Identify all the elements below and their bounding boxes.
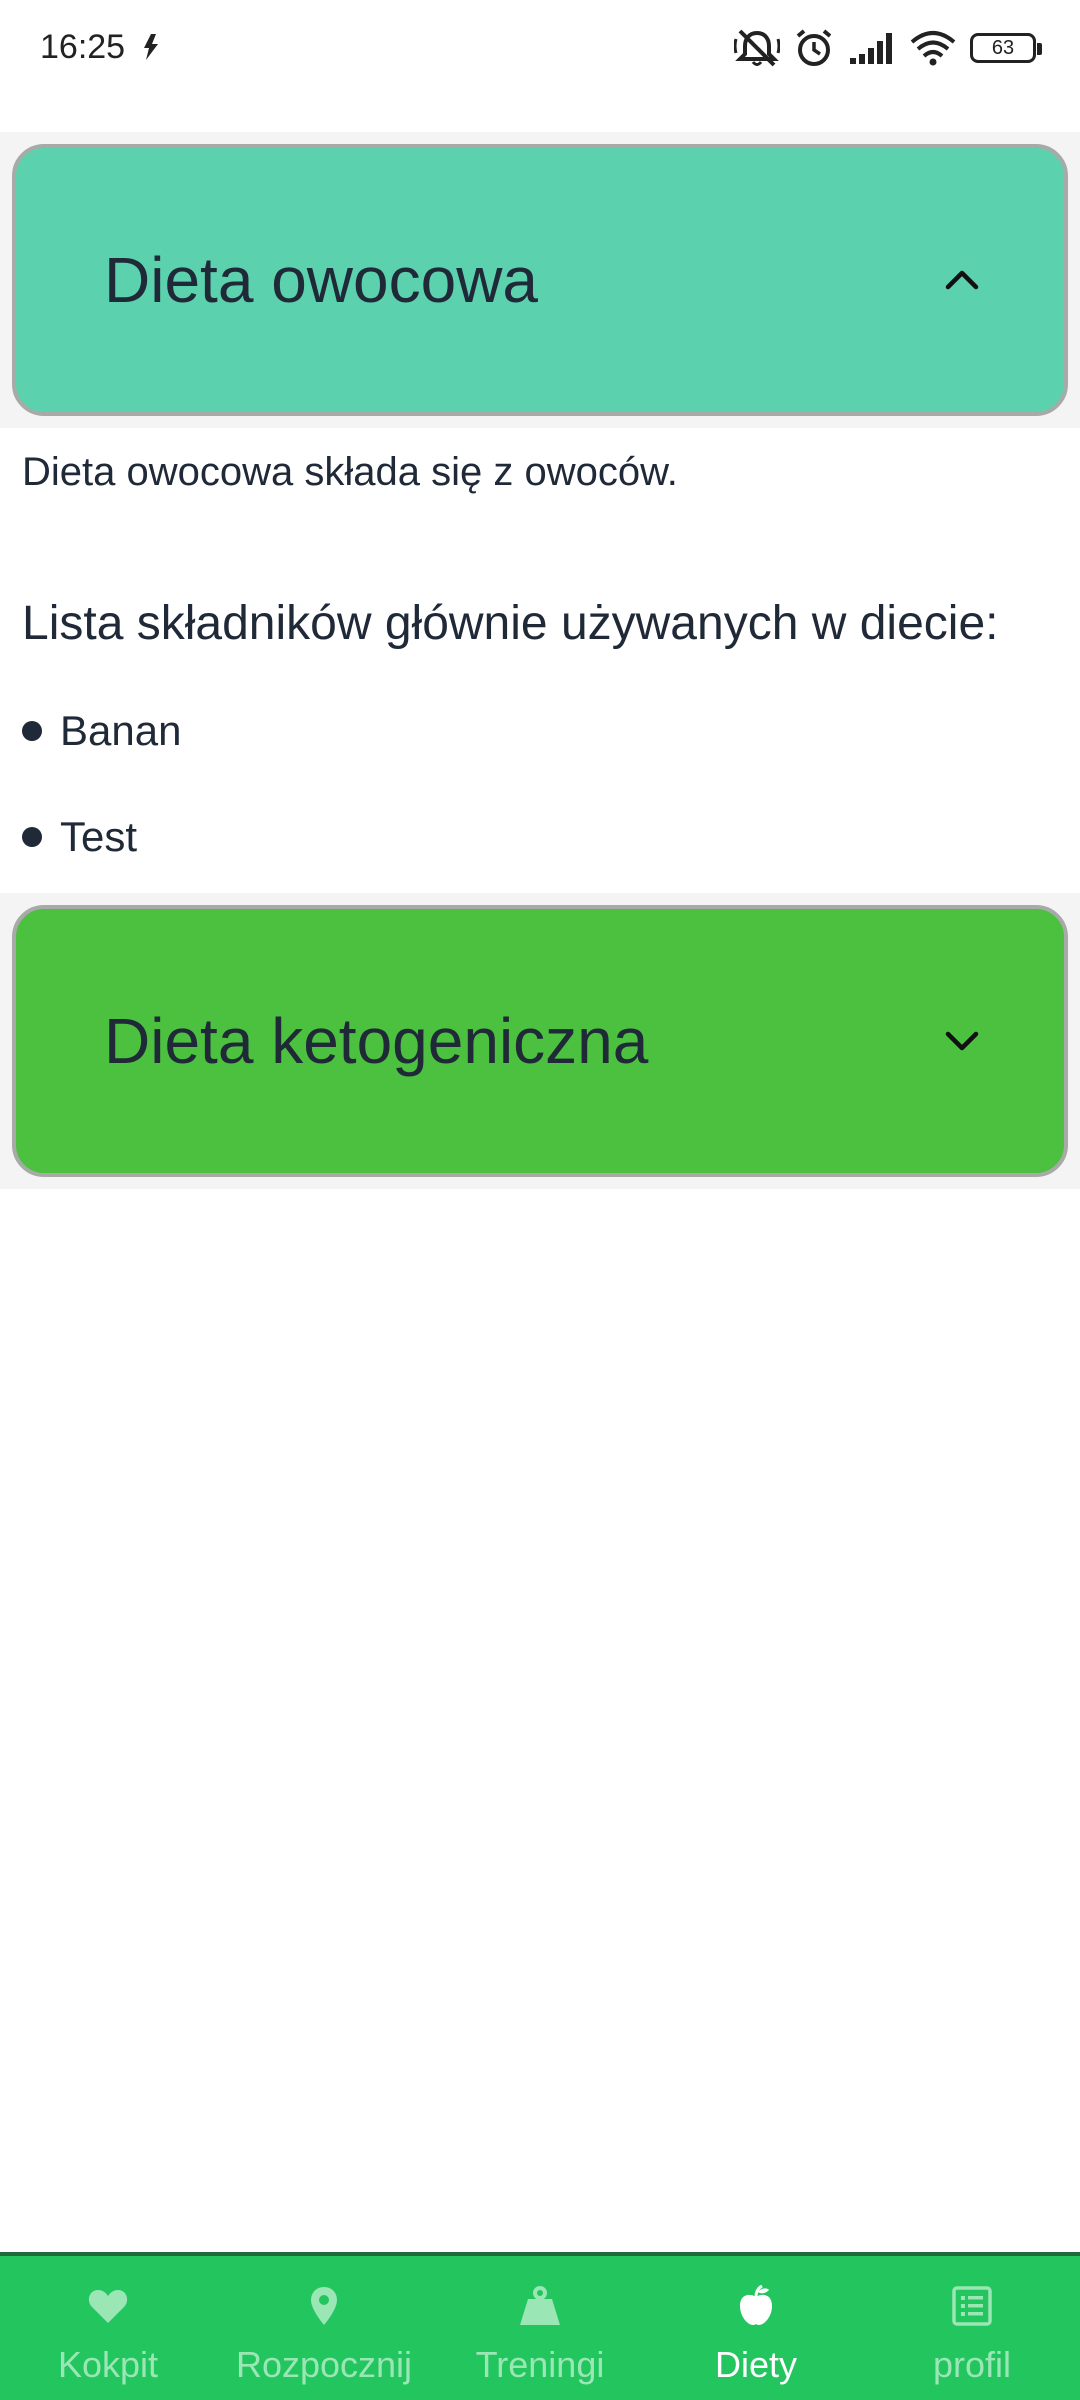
status-bar: 16:25 63 — [0, 0, 1080, 96]
alarm-icon — [794, 28, 834, 68]
ingredients-list: Banan Test — [22, 678, 1062, 890]
heart-icon — [86, 2284, 130, 2328]
signal-icon — [848, 30, 896, 66]
nav-item-rozpocznij[interactable]: Rozpocznij — [216, 2256, 432, 2400]
diet-title: Dieta ketogeniczna — [104, 1005, 649, 1077]
diet-header-keto[interactable]: Dieta ketogeniczna — [12, 905, 1068, 1177]
diet-title: Dieta owocowa — [104, 244, 538, 316]
battery-icon: 63 — [970, 33, 1042, 63]
battery-level: 63 — [991, 36, 1015, 59]
location-pin-icon — [302, 2284, 346, 2328]
weight-icon — [518, 2284, 562, 2328]
apple-icon — [734, 2284, 778, 2328]
diet-section-fruit: Dieta owocowa — [0, 132, 1080, 428]
nav-label: Kokpit — [57, 2344, 159, 2385]
nav-item-kokpit[interactable]: Kokpit — [0, 2256, 216, 2400]
nav-item-profil[interactable]: profil — [864, 2256, 1080, 2400]
nav-label: Treningi — [475, 2344, 605, 2385]
nav-item-diety[interactable]: Diety — [648, 2256, 864, 2400]
list-item: Banan — [22, 678, 1062, 784]
status-time: 16:25 — [40, 28, 126, 66]
chevron-down-icon[interactable] — [938, 1017, 986, 1065]
status-icons: 63 — [734, 24, 1042, 72]
diet-section-keto: Dieta ketogeniczna — [0, 893, 1080, 1189]
ingredient-label: Banan — [60, 707, 182, 754]
nav-label: Rozpocznij — [235, 2344, 413, 2385]
chevron-up-icon[interactable] — [938, 256, 986, 304]
nav-item-treningi[interactable]: Treningi — [432, 2256, 648, 2400]
list-icon — [950, 2284, 994, 2328]
list-item: Test — [22, 784, 1062, 890]
bullet-icon — [22, 827, 42, 847]
bullet-icon — [22, 721, 42, 741]
bottom-nav: Kokpit Rozpocznij Treningi Diety profil — [0, 2252, 1080, 2400]
mute-icon — [734, 27, 780, 69]
ingredients-heading: Lista składników głównie używanych w die… — [22, 597, 999, 650]
diet-header-fruit[interactable]: Dieta owocowa — [12, 144, 1068, 416]
wifi-icon — [910, 30, 956, 66]
diet-content-fruit: Dieta owocowa składa się z owoców. Lista… — [22, 428, 1062, 890]
notification-icon — [138, 32, 164, 62]
nav-label: Diety — [714, 2344, 798, 2385]
ingredient-label: Test — [60, 813, 138, 860]
nav-label: profil — [932, 2344, 1012, 2385]
diet-description: Dieta owocowa składa się z owoców. — [22, 450, 678, 494]
